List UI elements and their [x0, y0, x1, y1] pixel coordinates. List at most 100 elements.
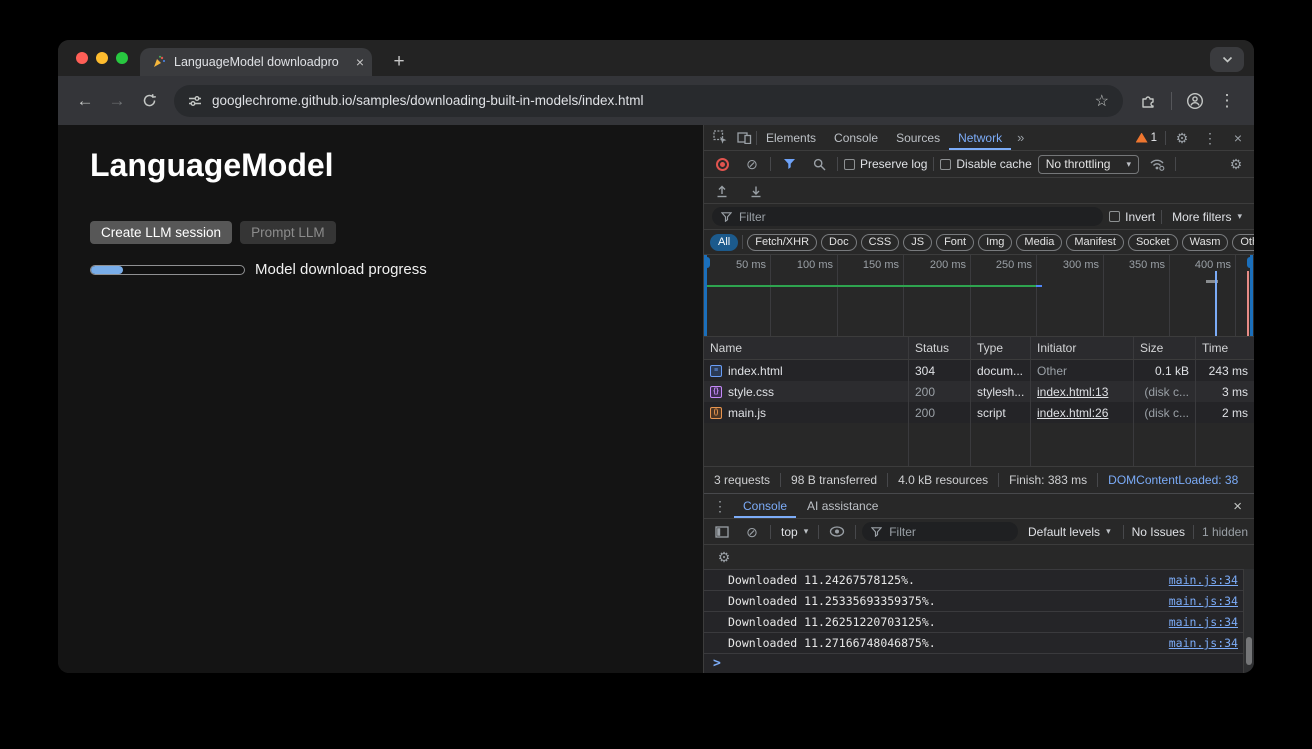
- column-header-initiator[interactable]: Initiator: [1031, 337, 1134, 359]
- network-filter-input[interactable]: Filter: [712, 207, 1103, 226]
- import-har-button[interactable]: [710, 180, 734, 202]
- browser-tab[interactable]: LanguageModel downloadpro ×: [140, 48, 372, 76]
- extensions-button[interactable]: [1133, 86, 1163, 116]
- column-header-type[interactable]: Type: [971, 337, 1031, 359]
- column-header-status[interactable]: Status: [909, 337, 971, 359]
- source-link[interactable]: main.js:34: [1169, 594, 1238, 608]
- live-expression-button[interactable]: [825, 521, 849, 543]
- create-llm-session-button[interactable]: Create LLM session: [90, 221, 232, 244]
- chip-img[interactable]: Img: [978, 234, 1012, 251]
- initiator-link[interactable]: index.html:26: [1037, 406, 1108, 420]
- console-scrollbar[interactable]: [1243, 569, 1254, 673]
- chip-manifest[interactable]: Manifest: [1066, 234, 1124, 251]
- disable-cache-checkbox[interactable]: Disable cache: [940, 157, 1031, 171]
- chips-divider: [742, 235, 743, 249]
- page-title: LanguageModel: [90, 147, 334, 184]
- table-row-main-js[interactable]: ()main.js 200 script index.html:26 (disk…: [704, 402, 1254, 423]
- column-header-name[interactable]: Name: [704, 337, 909, 359]
- drawer-tab-console[interactable]: Console: [734, 494, 796, 518]
- search-network-button[interactable]: [807, 153, 831, 175]
- finish-time: Finish: 383 ms: [1009, 473, 1087, 487]
- overview-right-handle[interactable]: [1250, 255, 1253, 336]
- bookmark-star-icon[interactable]: ☆: [1095, 91, 1109, 111]
- drawer-menu-button[interactable]: ⋮: [708, 495, 732, 517]
- devtools-close-button[interactable]: ×: [1226, 127, 1250, 149]
- new-tab-button[interactable]: +: [386, 49, 412, 75]
- profile-button[interactable]: [1180, 86, 1210, 116]
- issues-counter[interactable]: No Issues: [1132, 525, 1185, 539]
- log-levels-dropdown[interactable]: Default levels ▾: [1024, 525, 1115, 539]
- chip-socket[interactable]: Socket: [1128, 234, 1178, 251]
- forward-button[interactable]: →: [102, 86, 132, 116]
- column-header-time[interactable]: Time: [1196, 337, 1254, 359]
- minimize-window-button[interactable]: [96, 52, 108, 64]
- source-link[interactable]: main.js:34: [1169, 573, 1238, 587]
- chip-media[interactable]: Media: [1016, 234, 1062, 251]
- close-window-button[interactable]: [76, 52, 88, 64]
- throttling-dropdown[interactable]: No throttling ▾: [1038, 155, 1139, 174]
- inspect-element-button[interactable]: [708, 127, 732, 149]
- drawer-tab-ai-assistance[interactable]: AI assistance: [798, 494, 887, 518]
- scrollbar-thumb[interactable]: [1246, 637, 1252, 665]
- chip-all[interactable]: All: [710, 234, 738, 251]
- issues-warning-button[interactable]: 1: [1132, 132, 1161, 144]
- tab-sources[interactable]: Sources: [887, 125, 949, 150]
- network-overview-timeline[interactable]: 50 ms 100 ms 150 ms 200 ms 250 ms 300 ms…: [704, 255, 1254, 337]
- execution-context-dropdown[interactable]: top ▾: [777, 525, 812, 539]
- table-row-index-html[interactable]: ≡index.html 304 docum... Other 0.1 kB 24…: [704, 360, 1254, 381]
- devtools-settings-button[interactable]: ⚙: [1170, 127, 1194, 149]
- chip-wasm[interactable]: Wasm: [1182, 234, 1229, 251]
- chip-fetch-xhr[interactable]: Fetch/XHR: [747, 234, 817, 251]
- fullscreen-window-button[interactable]: [116, 52, 128, 64]
- network-conditions-button[interactable]: [1145, 153, 1169, 175]
- chip-doc[interactable]: Doc: [821, 234, 857, 251]
- console-message[interactable]: Downloaded 11.26251220703125%. main.js:3…: [704, 611, 1254, 632]
- address-bar[interactable]: googlechrome.github.io/samples/downloadi…: [174, 85, 1123, 117]
- browser-menu-button[interactable]: ⋮: [1212, 86, 1242, 116]
- back-button[interactable]: ←: [70, 86, 100, 116]
- tick-label: 400 ms: [1171, 259, 1231, 271]
- tab-network[interactable]: Network: [949, 125, 1011, 150]
- initiator-link[interactable]: index.html:13: [1037, 385, 1108, 399]
- console-filter-input[interactable]: Filter: [862, 522, 1018, 541]
- tab-close-icon[interactable]: ×: [356, 55, 364, 69]
- clear-network-log-button[interactable]: ⊘: [740, 153, 764, 175]
- invert-checkbox[interactable]: Invert: [1109, 210, 1155, 224]
- overview-left-handle[interactable]: [704, 255, 707, 336]
- tab-elements[interactable]: Elements: [757, 125, 825, 150]
- filter-toggle-button[interactable]: [777, 153, 801, 175]
- source-link[interactable]: main.js:34: [1169, 636, 1238, 650]
- clear-console-button[interactable]: ⊘: [740, 521, 764, 543]
- devtools-menu-button[interactable]: ⋮: [1198, 127, 1222, 149]
- preserve-log-checkbox[interactable]: Preserve log: [844, 157, 927, 171]
- chip-font[interactable]: Font: [936, 234, 974, 251]
- tab-console[interactable]: Console: [825, 125, 887, 150]
- tab-search-chevron-button[interactable]: [1210, 47, 1244, 72]
- summary-divider: [998, 473, 999, 487]
- source-link[interactable]: main.js:34: [1169, 615, 1238, 629]
- console-sidebar-toggle-button[interactable]: [710, 521, 734, 543]
- console-message[interactable]: Downloaded 11.24267578125%. main.js:34: [704, 569, 1254, 590]
- console-prompt[interactable]: >: [704, 653, 1254, 673]
- site-settings-icon[interactable]: [188, 95, 202, 107]
- network-settings-button[interactable]: ⚙: [1224, 153, 1248, 175]
- table-row-style-css[interactable]: {}style.css 200 stylesh... index.html:13…: [704, 381, 1254, 402]
- record-network-log-button[interactable]: [710, 153, 734, 175]
- more-filters-dropdown[interactable]: More filters ▾: [1168, 210, 1246, 224]
- console-message[interactable]: Downloaded 11.27166748046875%. main.js:3…: [704, 632, 1254, 653]
- device-toolbar-button[interactable]: [732, 127, 756, 149]
- reload-button[interactable]: [134, 86, 164, 116]
- toolbar-divider: [1175, 157, 1176, 171]
- hidden-messages-count[interactable]: 1 hidden: [1202, 525, 1248, 539]
- console-settings-button[interactable]: ⚙: [712, 546, 736, 568]
- more-tabs-icon[interactable]: »: [1011, 130, 1030, 145]
- export-har-button[interactable]: [744, 180, 768, 202]
- chip-js[interactable]: JS: [903, 234, 932, 251]
- drawer-close-button[interactable]: ×: [1225, 498, 1250, 515]
- console-message[interactable]: Downloaded 11.25335693359375%. main.js:3…: [704, 590, 1254, 611]
- column-header-size[interactable]: Size: [1134, 337, 1196, 359]
- prompt-llm-button[interactable]: Prompt LLM: [240, 221, 336, 244]
- chip-other[interactable]: Other: [1232, 234, 1254, 251]
- tick-label: 200 ms: [906, 259, 966, 271]
- chip-css[interactable]: CSS: [861, 234, 900, 251]
